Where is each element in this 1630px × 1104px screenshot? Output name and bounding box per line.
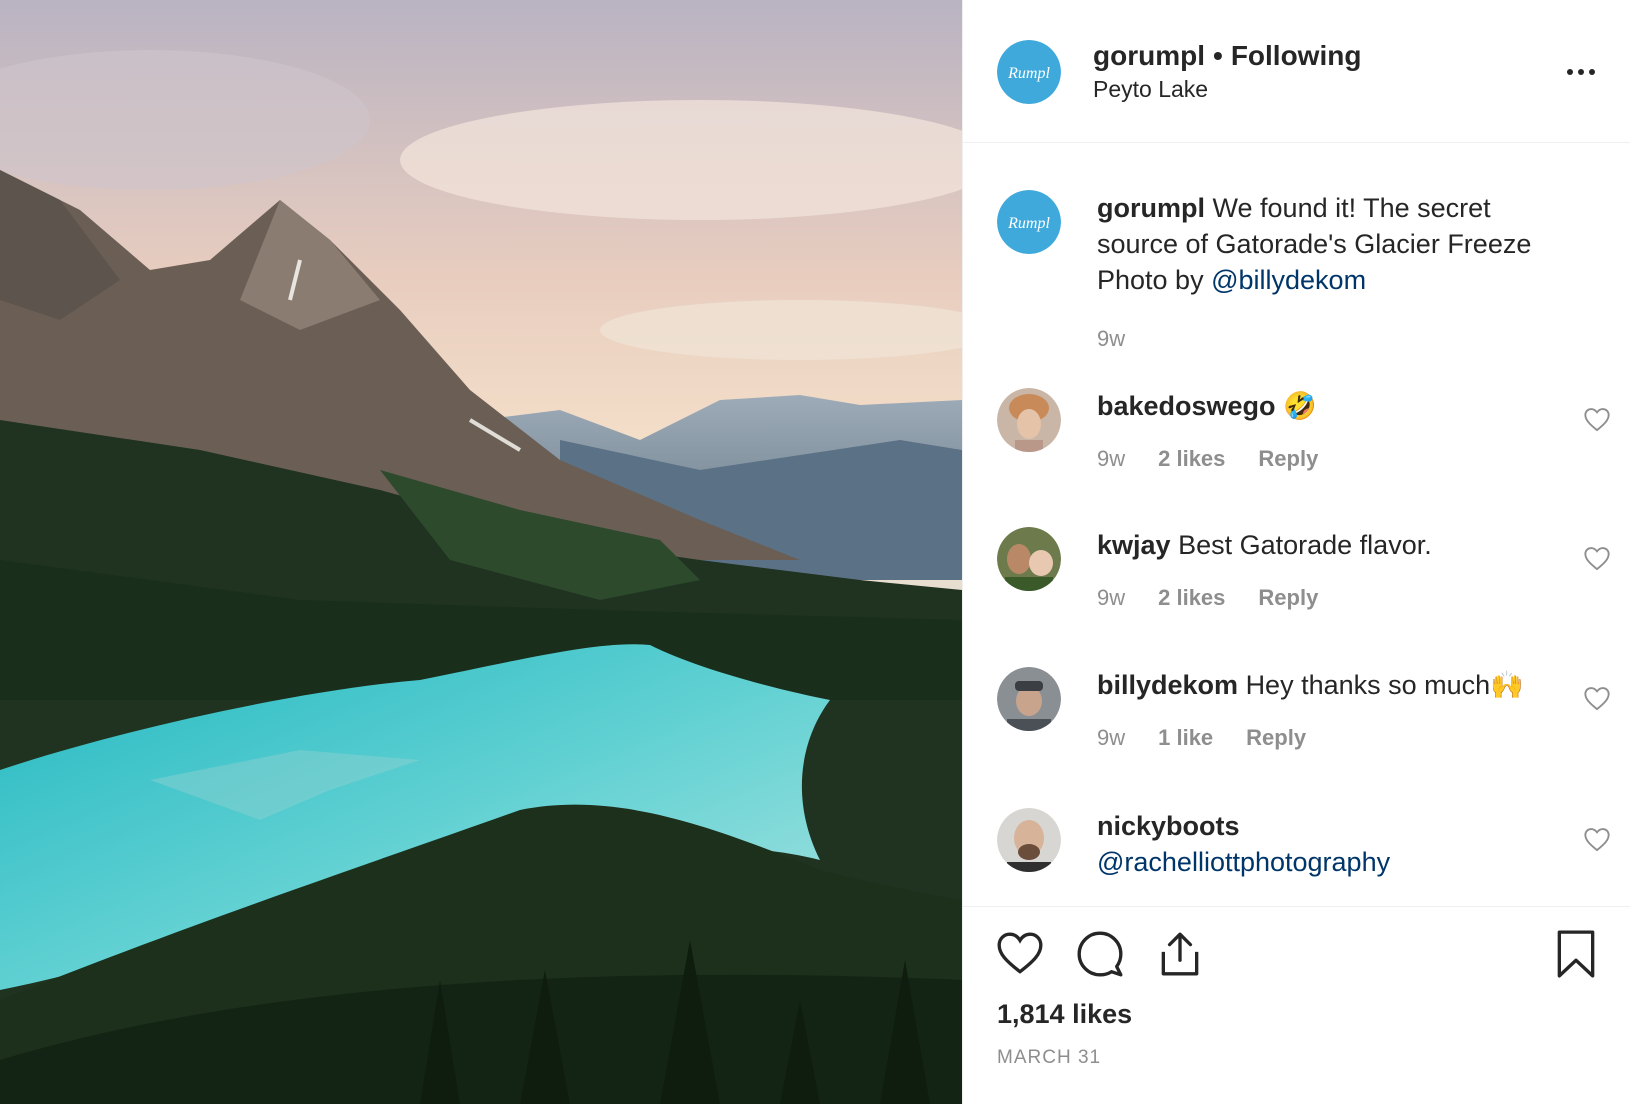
comment-icon[interactable] (1075, 929, 1125, 979)
gorumpl-avatar[interactable]: Rumpl (997, 190, 1061, 254)
comment-text: bakedoswego 🤣 (1097, 388, 1557, 424)
bookmark-icon[interactable] (1551, 929, 1601, 979)
kwjay-avatar[interactable] (997, 527, 1061, 591)
avatar-logo-text: Rumpl (1007, 215, 1050, 232)
comment-meta: 9w 1 like Reply (1097, 725, 1306, 751)
comment-text: billydekom Hey thanks so much🙌 (1097, 667, 1557, 703)
likes-count[interactable]: 1,814 likes (997, 999, 1132, 1030)
post-header: Rumpl gorumpl • Following Peyto Lake (963, 0, 1630, 143)
reply-button[interactable]: Reply (1258, 585, 1318, 611)
comment-time[interactable]: 9w (1097, 585, 1125, 611)
nickyboots-avatar[interactable] (997, 808, 1061, 872)
comment-item: nickyboots @rachelliottphotography (963, 808, 1630, 918)
post-photo[interactable] (0, 0, 962, 1104)
caption-time[interactable]: 9w (1097, 326, 1125, 352)
comment-text: kwjay Best Gatorade flavor. (1097, 527, 1557, 563)
separator-dot: • (1213, 40, 1223, 71)
comment-likes[interactable]: 2 likes (1158, 446, 1225, 472)
comment-mention[interactable]: @rachelliottphotography (1097, 844, 1557, 880)
comment-username[interactable]: billydekom (1097, 670, 1238, 700)
caption-text: gorumpl We found it! The secret source o… (1097, 190, 1577, 298)
following-button[interactable]: Following (1231, 40, 1362, 71)
post-panel: Rumpl gorumpl • Following Peyto Lake Rumpl… (962, 0, 1630, 1104)
reply-button[interactable]: Reply (1246, 725, 1306, 751)
comment-time[interactable]: 9w (1097, 446, 1125, 472)
comment-username[interactable]: bakedoswego (1097, 391, 1276, 421)
like-comment-heart-icon[interactable] (1583, 826, 1611, 852)
post-date[interactable]: MARCH 31 (997, 1047, 1101, 1069)
header-title: gorumpl • Following (1093, 40, 1361, 72)
comment-item: kwjay Best Gatorade flavor. 9w 2 likes R… (963, 527, 1630, 637)
more-options-icon[interactable] (1567, 60, 1607, 84)
caption-username[interactable]: gorumpl (1097, 193, 1205, 223)
like-comment-heart-icon[interactable] (1583, 406, 1611, 432)
bakedoswego-avatar[interactable] (997, 388, 1061, 452)
comment-likes[interactable]: 1 like (1158, 725, 1213, 751)
gorumpl-avatar[interactable]: Rumpl (997, 40, 1061, 104)
like-comment-heart-icon[interactable] (1583, 685, 1611, 711)
header-username[interactable]: gorumpl (1093, 40, 1205, 71)
comment-username[interactable]: kwjay (1097, 530, 1171, 560)
comment-body: Best Gatorade flavor. (1178, 530, 1432, 560)
caption-mention[interactable]: @billydekom (1211, 265, 1366, 295)
share-icon[interactable] (1155, 929, 1205, 979)
avatar-logo-text: Rumpl (1007, 65, 1050, 82)
comment-text: nickyboots @rachelliottphotography (1097, 808, 1557, 880)
reply-button[interactable]: Reply (1258, 446, 1318, 472)
comment-meta: 9w 2 likes Reply (1097, 446, 1318, 472)
comment-username[interactable]: nickyboots (1097, 808, 1557, 844)
comment-item: billydekom Hey thanks so much🙌 9w 1 like… (963, 667, 1630, 777)
billydekom-avatar[interactable] (997, 667, 1061, 731)
location-link[interactable]: Peyto Lake (1093, 76, 1208, 103)
comment-item: bakedoswego 🤣 9w 2 likes Reply (963, 388, 1630, 498)
comment-body: 🤣 (1283, 391, 1317, 421)
like-comment-heart-icon[interactable] (1583, 545, 1611, 571)
post-actions: 1,814 likes MARCH 31 (963, 906, 1630, 1104)
comment-likes[interactable]: 2 likes (1158, 585, 1225, 611)
comment-meta: 9w 2 likes Reply (1097, 585, 1318, 611)
comment-body: Hey thanks so much🙌 (1245, 670, 1524, 700)
heart-icon[interactable] (995, 929, 1045, 979)
comment-time[interactable]: 9w (1097, 725, 1125, 751)
